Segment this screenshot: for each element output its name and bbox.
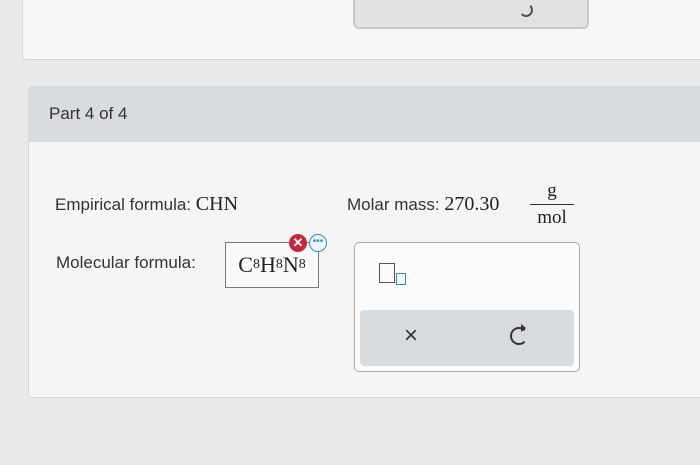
previous-part-card: [22, 0, 700, 60]
empirical-value: CHN: [195, 193, 239, 215]
element-c: C: [238, 252, 253, 277]
molecular-formula-label: Molecular formula:: [56, 253, 196, 272]
molar-mass-unit: g mol: [530, 180, 574, 229]
previous-tool-panel: [353, 0, 589, 29]
unit-numerator: g: [547, 180, 557, 201]
undo-icon[interactable]: [519, 3, 533, 17]
subscript-c: 8: [252, 257, 260, 272]
unit-denominator: mol: [537, 207, 567, 228]
subscript-n: 8: [298, 257, 306, 272]
more-options-icon[interactable]: •••: [309, 234, 327, 252]
molar-mass-label: Molar mass:: [347, 195, 440, 214]
x-circle-icon: ✕: [289, 234, 307, 252]
part-header: Part 4 of 4: [29, 87, 700, 142]
part-title: Part 4 of 4: [49, 104, 128, 123]
undo-icon[interactable]: [510, 324, 528, 345]
clear-button[interactable]: ×: [404, 324, 418, 348]
formula-tool-panel: ×: [354, 242, 580, 372]
subscript-h: 8: [275, 257, 283, 272]
fraction-bar: [530, 204, 574, 205]
element-n: N: [282, 252, 299, 277]
element-h: H: [259, 252, 276, 277]
empirical-label: Empirical formula:: [55, 195, 192, 214]
molar-mass: Molar mass: 270.30: [347, 193, 499, 216]
empirical-formula: Empirical formula: CHN: [55, 193, 238, 216]
tool-actions: ×: [360, 310, 574, 366]
molar-mass-value: 270.30: [444, 193, 500, 215]
molecular-formula-input[interactable]: C8 H8 N8: [225, 242, 319, 288]
superscript-template-icon[interactable]: [379, 263, 406, 285]
